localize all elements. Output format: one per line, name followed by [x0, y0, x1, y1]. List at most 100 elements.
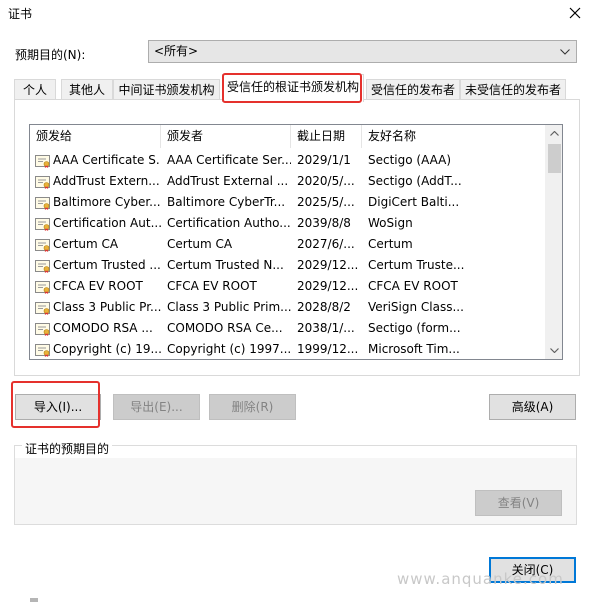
- certificate-icon: [35, 343, 50, 357]
- table-row[interactable]: Class 3 Public Pr... Class 3 Public Prim.…: [30, 297, 545, 318]
- title-bar: 证书: [0, 0, 592, 26]
- cell-issued-to: Certum Trusted ...: [30, 255, 161, 276]
- cell-text: Certum CA: [53, 237, 119, 251]
- table-row[interactable]: Certum Trusted ... Certum Trusted N... 202…: [30, 255, 545, 276]
- purpose-row: 预期目的(N): <所有>: [0, 38, 592, 68]
- scroll-down-icon[interactable]: [546, 342, 562, 359]
- cell-issued-by: Certum CA: [167, 237, 233, 251]
- cell-text: Certum Trusted ...: [53, 258, 161, 272]
- cell-friendly-name: VeriSign Class...: [368, 300, 464, 314]
- tab-untrusted-publishers[interactable]: 未受信任的发布者: [460, 79, 566, 101]
- cell-expiration: 2020/5/...: [297, 174, 355, 188]
- tab-personal[interactable]: 个人: [14, 79, 56, 101]
- certificate-icon: [35, 217, 50, 231]
- cell-issued-by: Copyright (c) 1997...: [167, 342, 291, 356]
- table-row[interactable]: CFCA EV ROOT CFCA EV ROOT 2029/12... CFCA E…: [30, 276, 545, 297]
- certificate-icon: [35, 175, 50, 189]
- tab-intermediate-ca[interactable]: 中间证书颁发机构: [113, 79, 220, 101]
- cell-issued-by: AddTrust External ...: [167, 174, 289, 188]
- column-header-issued-to[interactable]: 颁发给: [30, 125, 161, 148]
- table-row[interactable]: AAA Certificate S... AAA Certificate Ser.…: [30, 150, 545, 171]
- resize-grip: [30, 598, 38, 602]
- cell-issued-by: Baltimore CyberTr...: [167, 195, 286, 209]
- cell-issued-to: Copyright (c) 19...: [30, 339, 161, 359]
- cell-issued-to: Certum CA: [30, 234, 161, 255]
- table-row[interactable]: Certification Aut... Certification Autho.…: [30, 213, 545, 234]
- cell-friendly-name: WoSign: [368, 216, 413, 230]
- intended-purposes-label: 证书的预期目的: [22, 440, 113, 457]
- table-row[interactable]: AddTrust Extern... AddTrust External ... 2…: [30, 171, 545, 192]
- cell-friendly-name: CFCA EV ROOT: [368, 279, 458, 293]
- view-button[interactable]: 查看(V): [475, 490, 562, 516]
- column-header-expiration[interactable]: 截止日期: [291, 125, 362, 148]
- scroll-thumb[interactable]: [548, 144, 561, 173]
- certificate-icon: [35, 280, 50, 294]
- cell-text: Certification Aut...: [53, 216, 161, 230]
- cell-text: AddTrust Extern...: [53, 174, 160, 188]
- cell-issued-by: COMODO RSA Ce...: [167, 321, 283, 335]
- window-title: 证书: [8, 7, 33, 21]
- cell-expiration: 2029/1/1: [297, 153, 351, 167]
- column-header-issued-by[interactable]: 颁发者: [161, 125, 291, 148]
- column-header-friendly-name[interactable]: 友好名称: [362, 125, 545, 148]
- cell-expiration: 2029/12...: [297, 258, 359, 272]
- cell-issued-to: AddTrust Extern...: [30, 171, 161, 192]
- cell-text: Baltimore Cyber...: [53, 195, 161, 209]
- cell-expiration: 2039/8/8: [297, 216, 351, 230]
- cell-text: CFCA EV ROOT: [53, 279, 143, 293]
- certificate-icon: [35, 322, 50, 336]
- purpose-selected-value: <所有>: [154, 44, 199, 58]
- certificate-icon: [35, 196, 50, 210]
- import-button[interactable]: 导入(I)...: [15, 394, 101, 420]
- cell-friendly-name: Sectigo (AddT...: [368, 174, 462, 188]
- tab-other-people[interactable]: 其他人: [61, 79, 113, 101]
- remove-button[interactable]: 删除(R): [209, 394, 296, 420]
- table-row[interactable]: COMODO RSA ... COMODO RSA Ce... 2038/1/...…: [30, 318, 545, 339]
- cell-friendly-name: Certum Truste...: [368, 258, 465, 272]
- tab-trusted-publishers[interactable]: 受信任的发布者: [366, 79, 460, 101]
- table-row[interactable]: Certum CA Certum CA 2027/6/... Certum: [30, 234, 545, 255]
- cell-issued-by: Certum Trusted N...: [167, 258, 284, 272]
- advanced-button[interactable]: 高级(A): [489, 394, 576, 420]
- cell-friendly-name: Certum: [368, 237, 413, 251]
- list-rows: AAA Certificate S... AAA Certificate Ser.…: [30, 150, 545, 359]
- cell-text: COMODO RSA ...: [53, 321, 153, 335]
- cell-text: Class 3 Public Pr...: [53, 300, 161, 314]
- cell-expiration: 1999/12...: [297, 342, 359, 356]
- cell-friendly-name: Sectigo (form...: [368, 321, 461, 335]
- list-header: 颁发给 颁发者 截止日期 友好名称: [30, 125, 545, 148]
- close-icon[interactable]: [564, 2, 586, 24]
- purpose-label: 预期目的(N):: [15, 48, 86, 62]
- certificate-icon: [35, 154, 50, 168]
- cell-expiration: 2025/5/...: [297, 195, 355, 209]
- cell-expiration: 2038/1/...: [297, 321, 355, 335]
- cell-issued-to: COMODO RSA ...: [30, 318, 161, 339]
- cell-expiration: 2027/6/...: [297, 237, 355, 251]
- cell-issued-to: AAA Certificate S...: [30, 150, 161, 171]
- cell-text: Copyright (c) 19...: [53, 342, 161, 356]
- chevron-down-icon: [558, 41, 572, 62]
- purpose-dropdown[interactable]: <所有>: [148, 40, 577, 63]
- cell-issued-to: CFCA EV ROOT: [30, 276, 161, 297]
- cell-friendly-name: Sectigo (AAA): [368, 153, 452, 167]
- cell-issued-by: Certification Autho...: [167, 216, 291, 230]
- cell-issued-by: Class 3 Public Prim...: [167, 300, 291, 314]
- cell-issued-by: CFCA EV ROOT: [167, 279, 257, 293]
- cell-issued-to: Certification Aut...: [30, 213, 161, 234]
- tab-strip: 个人 其他人 中间证书颁发机构 受信任的根证书颁发机构 受信任的发布者 未受信任…: [14, 72, 580, 102]
- scroll-up-icon[interactable]: [546, 125, 562, 142]
- certificate-icon: [35, 301, 50, 315]
- cell-issued-to: Baltimore Cyber...: [30, 192, 161, 213]
- cell-expiration: 2028/8/2: [297, 300, 351, 314]
- certificate-list[interactable]: 颁发给 颁发者 截止日期 友好名称 AAA Certificate S... AA…: [29, 124, 563, 360]
- cell-issued-by: AAA Certificate Ser...: [167, 153, 291, 167]
- certificate-icon: [35, 259, 50, 273]
- cell-issued-to: Class 3 Public Pr...: [30, 297, 161, 318]
- table-row[interactable]: Baltimore Cyber... Baltimore CyberTr... 20…: [30, 192, 545, 213]
- cell-friendly-name: Microsoft Tim...: [368, 342, 460, 356]
- vertical-scrollbar[interactable]: [545, 125, 562, 359]
- cell-expiration: 2029/12...: [297, 279, 359, 293]
- table-row[interactable]: Copyright (c) 19... Copyright (c) 1997...…: [30, 339, 545, 359]
- tab-trusted-root-ca[interactable]: 受信任的根证书颁发机构: [222, 74, 364, 102]
- export-button[interactable]: 导出(E)...: [113, 394, 200, 420]
